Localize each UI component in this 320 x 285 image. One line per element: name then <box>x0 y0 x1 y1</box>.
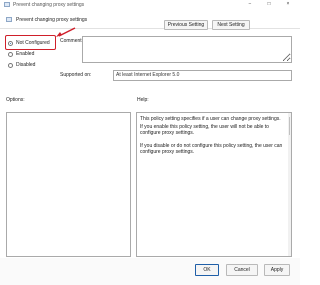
disabled-radio[interactable] <box>8 62 13 68</box>
help-panel: This policy setting specifies if a user … <box>136 112 292 257</box>
policy-icon <box>4 2 10 7</box>
supported-on-value: At least Internet Explorer 5.0 <box>116 72 180 78</box>
supported-on-label: Supported on: <box>60 72 92 78</box>
options-panel <box>6 112 131 257</box>
policy-name: Prevent changing proxy settings <box>16 17 88 23</box>
window-title: Prevent changing proxy settings <box>13 2 85 8</box>
minimize-icon[interactable]: − <box>243 0 257 9</box>
close-icon[interactable]: × <box>281 0 295 9</box>
help-text-paragraph: This policy setting specifies if a user … <box>140 116 281 122</box>
previous-setting-button[interactable]: Previous Setting <box>164 20 208 30</box>
disabled-option[interactable]: Disabled <box>8 61 35 69</box>
enabled-option[interactable]: Enabled <box>8 50 34 58</box>
cancel-button[interactable]: Cancel <box>226 264 258 276</box>
enabled-radio[interactable] <box>8 51 13 57</box>
help-text-paragraph: If you disable or do not configure this … <box>140 143 283 155</box>
comment-input[interactable] <box>82 36 292 63</box>
options-label: Options: <box>6 97 25 103</box>
title-bar: Prevent changing proxy settings − □ × <box>0 0 300 9</box>
comment-label: Comment: <box>60 38 84 44</box>
help-text-paragraph: If you enable this policy setting, the u… <box>140 124 269 136</box>
maximize-icon[interactable]: □ <box>262 0 276 9</box>
help-label: Help: <box>137 97 149 103</box>
enabled-label: Enabled <box>16 51 35 57</box>
ok-button[interactable]: OK <box>195 264 219 276</box>
policy-editor-window: Prevent changing proxy settings − □ × Pr… <box>0 0 300 285</box>
disabled-label: Disabled <box>16 62 36 68</box>
apply-button[interactable]: Apply <box>264 264 290 276</box>
not-configured-highlight-box <box>5 35 56 50</box>
next-setting-button[interactable]: Next Setting <box>212 20 250 30</box>
help-scrollbar[interactable] <box>288 113 291 256</box>
policy-header-icon <box>6 17 12 22</box>
